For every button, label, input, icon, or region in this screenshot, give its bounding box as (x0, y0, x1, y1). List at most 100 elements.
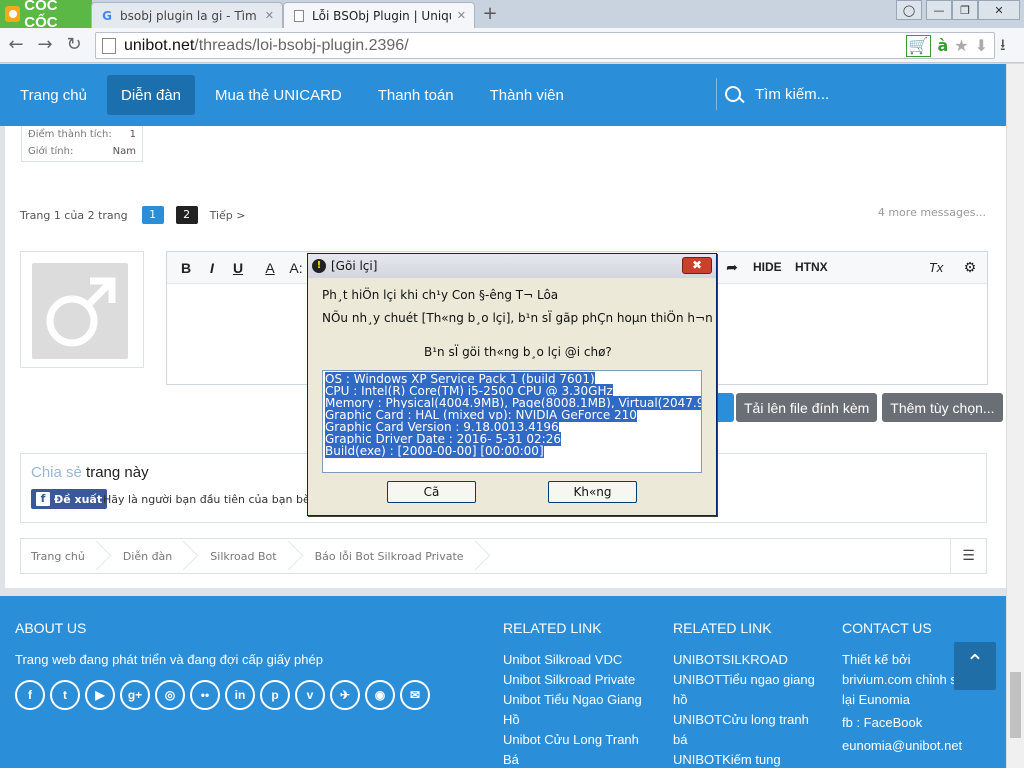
flickr-icon[interactable]: •• (190, 680, 220, 710)
dialog-titlebar[interactable]: ! [Gõi lçi] ✖ (308, 254, 716, 278)
post-reply-button[interactable] (716, 393, 734, 422)
nav-payment[interactable]: Thanh toán (364, 75, 468, 115)
italic-button[interactable]: I (199, 256, 225, 280)
bold-button[interactable]: B (173, 256, 199, 280)
clear-format-button[interactable]: Tx (923, 255, 949, 279)
footer-link[interactable]: Unibot Cửu Long Tranh (503, 730, 653, 750)
breadcrumb-forum[interactable]: Diễn đàn (113, 539, 200, 573)
twitter-icon[interactable]: t (50, 680, 80, 710)
new-tab-button[interactable]: + (480, 4, 500, 24)
address-bar[interactable]: unibot.net/threads/loi-bsobj-plugin.2396… (95, 32, 995, 59)
footer-link[interactable]: Unibot Silkroad VDC (503, 650, 653, 670)
user-profile-icon[interactable]: ◯ (896, 0, 922, 20)
back-icon[interactable]: ← (5, 34, 27, 56)
vimeo-icon[interactable]: v (295, 680, 325, 710)
footer-link[interactable]: UNIBOTKiếm tung (673, 750, 823, 768)
contact-line[interactable]: fb : FaceBook (842, 713, 992, 733)
share-title-light: Chia sẻ (31, 464, 82, 481)
close-tab-icon[interactable]: ✕ (457, 9, 466, 22)
about-text: Trang web đang phát triển và đang đợi cấ… (15, 652, 323, 667)
site-footer: ABOUT US Trang web đang phát triển và đa… (0, 596, 1006, 768)
vietnamese-input-icon[interactable]: à (937, 36, 948, 56)
dribbble-icon[interactable]: ◎ (155, 680, 185, 710)
male-avatar-icon (46, 277, 116, 347)
footer-link[interactable]: Bá (503, 750, 653, 768)
breadcrumb-silkroad-bot[interactable]: Silkroad Bot (200, 539, 304, 573)
dialog-title: [Gõi lçi] (331, 259, 378, 273)
scroll-to-top-button[interactable]: ⌃ (954, 642, 996, 690)
text-color-button[interactable]: A (257, 256, 283, 280)
url-text[interactable]: unibot.net/threads/loi-bsobj-plugin.2396… (124, 37, 409, 55)
page-1-link[interactable]: 1 (141, 206, 164, 224)
nav-forum[interactable]: Diễn đàn (106, 75, 196, 115)
htnx-button[interactable]: HTNX (795, 255, 828, 279)
tab-title: bsobj plugin la gi - Tìm vớ (120, 8, 259, 23)
site-search[interactable]: Tìm kiếm... (716, 78, 829, 110)
redo-icon[interactable]: ➦ (719, 255, 745, 279)
restore-button[interactable]: ❐ (952, 0, 978, 20)
tab-google-search[interactable]: G bsobj plugin la gi - Tìm vớ ✕ (91, 2, 283, 28)
dialog-no-button[interactable]: Kh«ng (548, 481, 637, 503)
nav-home[interactable]: Trang chủ (6, 75, 101, 115)
nav-unicard[interactable]: Mua thẻ UNICARD (201, 75, 356, 115)
bookmark-star-icon[interactable]: ★ (954, 36, 968, 56)
page-info-icon[interactable] (102, 37, 116, 54)
upload-attachment-button[interactable]: Tải lên file đính kèm (736, 393, 878, 422)
breadcrumb-home[interactable]: Trang chủ (21, 539, 113, 573)
social-icons: f t ▶ g+ ◎ •• in p v ✈ ◉ ✉ (15, 680, 430, 710)
dialog-yes-button[interactable]: Cã (387, 481, 476, 503)
reload-icon[interactable]: ↻ (63, 34, 85, 56)
coccoc-icon (5, 6, 21, 22)
pinterest-icon[interactable]: p (260, 680, 290, 710)
minimize-button[interactable]: — (926, 0, 952, 20)
contact-email[interactable]: eunomia@unibot.net (842, 736, 992, 756)
dialog-message-1: Ph¸t hiÖn lçi khi ch¹y Con §-êng T¬ Lôa (322, 288, 559, 302)
footer-link[interactable]: Unibot Silkroad Private (503, 670, 653, 690)
download-page-icon[interactable]: ⬇ (975, 36, 988, 56)
footer-link[interactable]: UNIBOTTiểu ngao giang (673, 670, 823, 690)
facebook-icon[interactable]: f (15, 680, 45, 710)
page-2-link[interactable]: 2 (175, 206, 198, 224)
footer-link[interactable]: Unibot Tiểu Ngao Giang (503, 690, 653, 710)
footer-link[interactable]: UNIBOTCửu long tranh (673, 710, 823, 730)
tab-unibot-thread[interactable]: Lỗi BSObj Plugin | Unique ✕ (283, 2, 475, 28)
breadcrumb-bug-report[interactable]: Báo lỗi Bot Silkroad Private (305, 539, 492, 573)
email-icon[interactable]: ✉ (400, 680, 430, 710)
page-icon (292, 9, 306, 23)
pagination: Trang 1 của 2 trang 1 2 Tiếp > (20, 206, 246, 224)
font-size-button[interactable]: A: (283, 256, 309, 280)
footer-link[interactable]: Hồ (503, 710, 653, 730)
logo-text: CỐC CỐC (24, 0, 58, 31)
more-messages-link[interactable]: 4 more messages... (878, 206, 986, 219)
tripadvisor-icon[interactable]: ✈ (330, 680, 360, 710)
source-mode-icon[interactable]: ⚙ (957, 255, 983, 279)
contact-line: lại Eunomia (842, 692, 910, 707)
facebook-like-button[interactable]: f Đề xuất (31, 489, 108, 509)
downloads-icon[interactable]: ⭳ (1000, 34, 1006, 61)
hide-button[interactable]: HIDE (753, 255, 782, 279)
google-plus-icon[interactable]: g+ (120, 680, 150, 710)
next-page-link[interactable]: Tiếp > (210, 209, 246, 222)
breadcrumb-menu-icon[interactable]: ☰ (950, 539, 986, 573)
site-nav: Trang chủ Diễn đàn Mua thẻ UNICARD Thanh… (0, 64, 1006, 126)
system-info-textarea[interactable]: OS : Windows XP Service Pack 1 (build 76… (322, 370, 702, 473)
rss-icon[interactable]: ◉ (365, 680, 395, 710)
more-options-button[interactable]: Thêm tùy chọn... (882, 393, 1003, 422)
page-scrollbar[interactable] (1006, 64, 1024, 768)
close-window-button[interactable]: ✕ (978, 0, 1020, 20)
footer-link[interactable]: hồ (673, 690, 823, 710)
underline-button[interactable]: U (225, 256, 251, 280)
scrollbar-thumb[interactable] (1010, 672, 1021, 738)
close-tab-icon[interactable]: ✕ (265, 9, 274, 22)
forward-icon[interactable]: → (34, 34, 56, 56)
footer-link[interactable]: UNIBOTSILKROAD (673, 650, 823, 670)
coccoc-logo[interactable]: CỐC CỐC (0, 0, 92, 31)
cart-icon[interactable]: 🛒 (905, 34, 932, 57)
dialog-close-button[interactable]: ✖ (682, 257, 712, 274)
footer-link[interactable]: bá (673, 730, 823, 750)
youtube-icon[interactable]: ▶ (85, 680, 115, 710)
linkedin-icon[interactable]: in (225, 680, 255, 710)
related-links-title-2: RELATED LINK (673, 620, 772, 636)
nav-members[interactable]: Thành viên (476, 75, 578, 115)
user-info-box: Điểm thành tích: 1 Giới tính: Nam (21, 126, 143, 162)
